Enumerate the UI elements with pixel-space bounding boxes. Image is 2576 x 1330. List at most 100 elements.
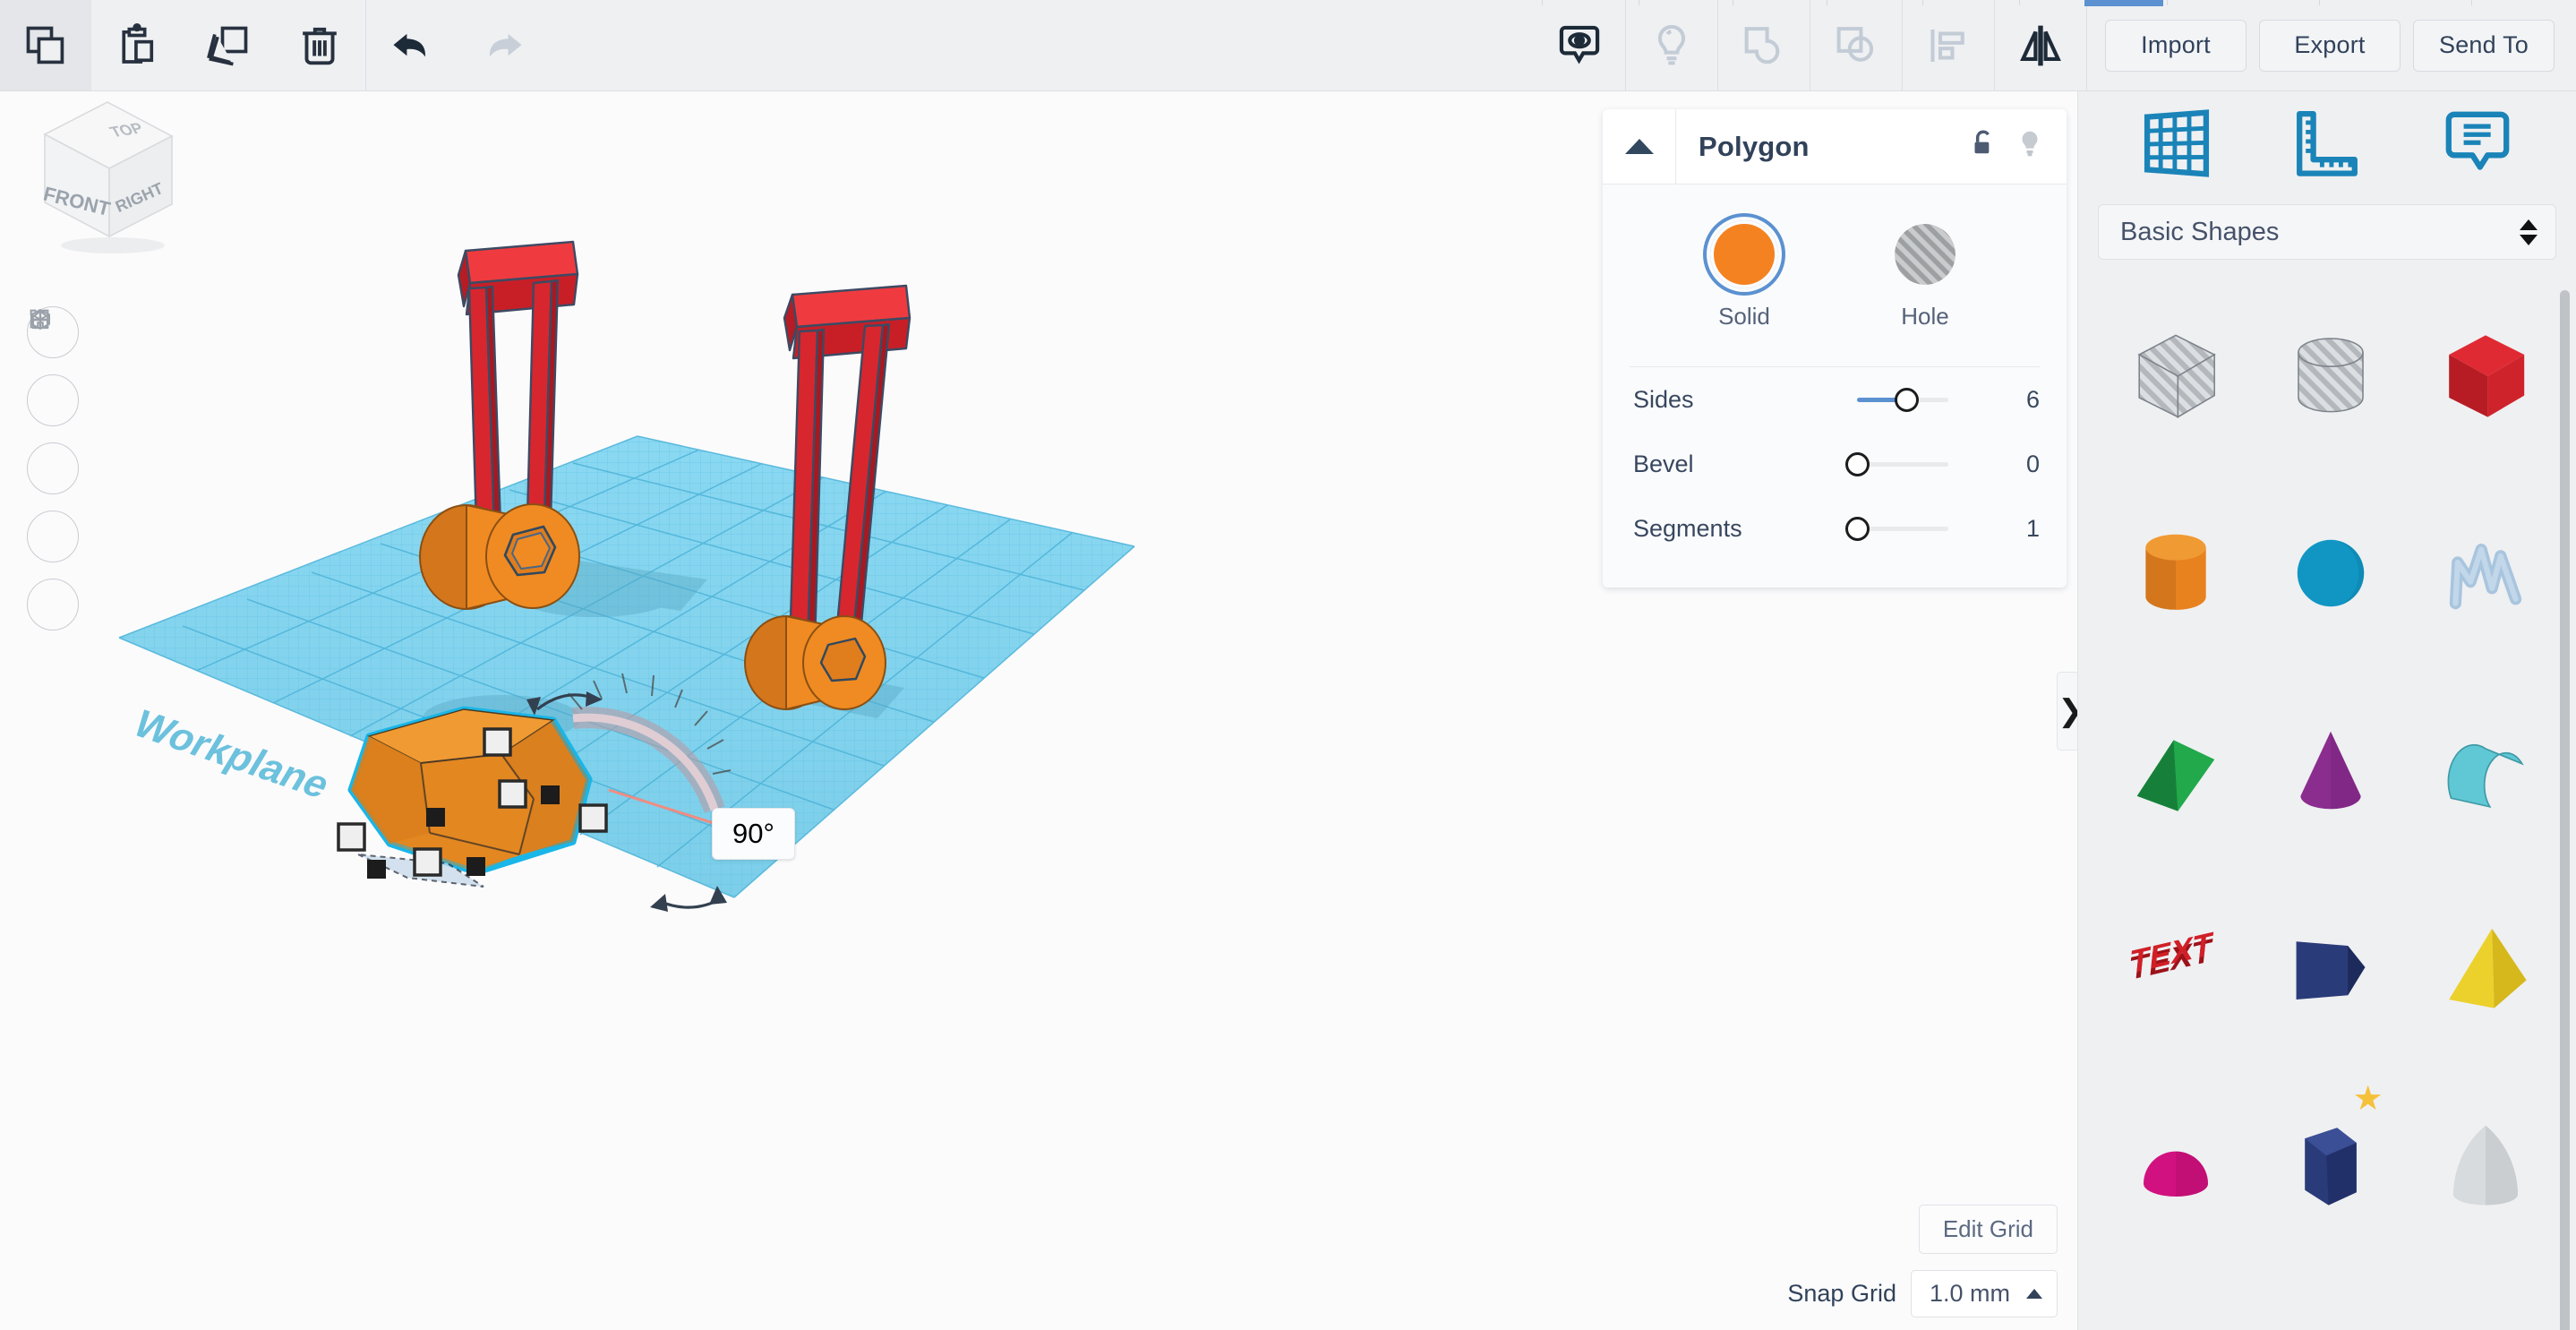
properties-title: Polygon: [1676, 131, 1966, 163]
tab-ruler[interactable]: [2278, 105, 2376, 185]
sides-slider-row: Sides 6: [1603, 367, 2067, 432]
shapes-grid: TEXT TEXT: [2098, 278, 2563, 1330]
properties-header-icons: [1966, 127, 2067, 166]
edit-tools-group: [0, 0, 365, 90]
shape-tube[interactable]: [2253, 1263, 2408, 1330]
shape-box-hole[interactable]: [2098, 278, 2253, 475]
note-callout-icon: [2440, 106, 2515, 185]
segments-slider[interactable]: [1812, 515, 1984, 542]
tinkercad-editor: Import Export Send To: [0, 0, 2576, 1330]
zoom-in-button[interactable]: [27, 442, 79, 494]
import-button[interactable]: Import: [2105, 20, 2247, 72]
snap-grid-value: 1.0 mm: [1930, 1280, 2010, 1308]
align-button[interactable]: [1903, 0, 1994, 90]
ungroup-shapes-icon: [1832, 21, 1880, 70]
shape-properties-panel: Polygon: [1603, 109, 2067, 588]
shapes-scrollbar-thumb[interactable]: [2560, 290, 2570, 1330]
toolbar-spacer: [549, 0, 1534, 90]
orange-hub-right[interactable]: [745, 616, 886, 709]
snap-grid-select[interactable]: 1.0 mm: [1911, 1270, 2058, 1317]
unlock-icon[interactable]: [1966, 127, 2000, 166]
shape-cylinder-hole[interactable]: [2253, 278, 2408, 475]
fit-to-view-button[interactable]: [27, 374, 79, 426]
shape-box[interactable]: [2409, 278, 2563, 475]
shape-text[interactable]: TEXT TEXT: [2098, 869, 2253, 1066]
duplicate-button[interactable]: [183, 0, 274, 90]
redo-button[interactable]: [458, 0, 549, 90]
solid-mode-swatch[interactable]: [1710, 220, 1778, 288]
shape-polygon[interactable]: ★: [2253, 1066, 2408, 1263]
ungroup-button[interactable]: [1810, 0, 1902, 90]
bevel-slider[interactable]: [1812, 450, 1984, 477]
hole-mode-option[interactable]: Hole: [1853, 220, 1997, 330]
properties-collapse-button[interactable]: [1603, 109, 1676, 184]
history-tools-group: [366, 0, 549, 90]
export-button[interactable]: Export: [2259, 20, 2401, 72]
send-to-button[interactable]: Send To: [2413, 20, 2555, 72]
shapes-panel: Basic Shapes: [2077, 91, 2576, 1330]
shape-torus[interactable]: [2098, 1263, 2253, 1330]
toolbar-actions: Import Export Send To: [2087, 0, 2576, 90]
redo-arrow-icon: [478, 21, 528, 71]
shape-heart[interactable]: [2409, 1263, 2563, 1330]
selected-polygon-shape[interactable]: [338, 709, 606, 887]
sides-value: 6: [1984, 386, 2040, 414]
trash-icon: [296, 22, 343, 69]
caret-up-icon: [2026, 1289, 2042, 1299]
shape-cone[interactable]: [2253, 672, 2408, 869]
sides-slider[interactable]: [1812, 386, 1984, 413]
properties-header: Polygon: [1603, 109, 2067, 184]
paste-button[interactable]: [91, 0, 183, 90]
align-icon: [1924, 21, 1973, 70]
active-tab-indicator: [2084, 0, 2163, 6]
shape-paraboloid[interactable]: [2409, 1066, 2563, 1263]
bevel-label: Bevel: [1633, 450, 1812, 478]
properties-body: Solid Hole: [1603, 184, 2067, 588]
tab-workplane[interactable]: [2127, 105, 2226, 185]
light-button[interactable]: [1626, 0, 1717, 90]
copy-button[interactable]: [0, 0, 91, 90]
shape-category-value: Basic Shapes: [2120, 218, 2279, 247]
mirror-icon: [2015, 21, 2066, 71]
shapes-panel-tabs: [2078, 91, 2576, 199]
projection-toggle-button[interactable]: [27, 579, 79, 631]
shape-pyramid[interactable]: [2409, 869, 2563, 1066]
group-shapes-icon: [1740, 21, 1788, 70]
lightbulb-icon: [1647, 21, 1696, 70]
view-cube[interactable]: TOP FRONT RIGHT: [20, 91, 199, 262]
group-button[interactable]: [1718, 0, 1810, 90]
show-hide-button[interactable]: [1534, 0, 1625, 90]
hole-mode-swatch[interactable]: [1891, 220, 1959, 288]
eye-tag-icon: [1554, 21, 1605, 71]
shape-scribble[interactable]: [2409, 475, 2563, 672]
shape-half-cylinder[interactable]: [2409, 672, 2563, 869]
bevel-slider-row: Bevel 0: [1603, 432, 2067, 496]
shape-cylinder[interactable]: [2098, 475, 2253, 672]
shape-half-sphere[interactable]: [2098, 1066, 2253, 1263]
shape-roof[interactable]: [2098, 672, 2253, 869]
shapes-grid-container[interactable]: TEXT TEXT: [2078, 278, 2576, 1330]
solid-mode-option[interactable]: Solid: [1673, 220, 1816, 330]
segments-value: 1: [1984, 515, 2040, 543]
mirror-button[interactable]: [1995, 0, 2086, 90]
duplicate-icon: [205, 22, 252, 69]
shape-sphere[interactable]: [2253, 475, 2408, 672]
snap-grid-row: Snap Grid 1.0 mm: [1787, 1270, 2058, 1317]
delete-button[interactable]: [274, 0, 365, 90]
shape-wedge[interactable]: [2253, 869, 2408, 1066]
edit-grid-button[interactable]: Edit Grid: [1919, 1205, 2058, 1254]
undo-button[interactable]: [366, 0, 458, 90]
shape-category-select[interactable]: Basic Shapes: [2098, 204, 2556, 260]
grid-controls: Edit Grid Snap Grid 1.0 mm: [1787, 1205, 2058, 1317]
tab-note[interactable]: [2428, 105, 2527, 185]
workplane-label: Workplane: [125, 703, 338, 806]
paste-icon: [114, 22, 160, 69]
shape-mode-row: Solid Hole: [1603, 215, 2067, 343]
zoom-out-button[interactable]: [27, 511, 79, 562]
orange-hub-left[interactable]: [420, 504, 579, 609]
snap-grid-label: Snap Grid: [1787, 1280, 1896, 1308]
workplane[interactable]: Workplane: [119, 436, 1134, 897]
star-icon: ★: [2353, 1082, 2383, 1116]
lightbulb-icon[interactable]: [2013, 127, 2047, 166]
segments-slider-row: Segments 1: [1603, 496, 2067, 561]
